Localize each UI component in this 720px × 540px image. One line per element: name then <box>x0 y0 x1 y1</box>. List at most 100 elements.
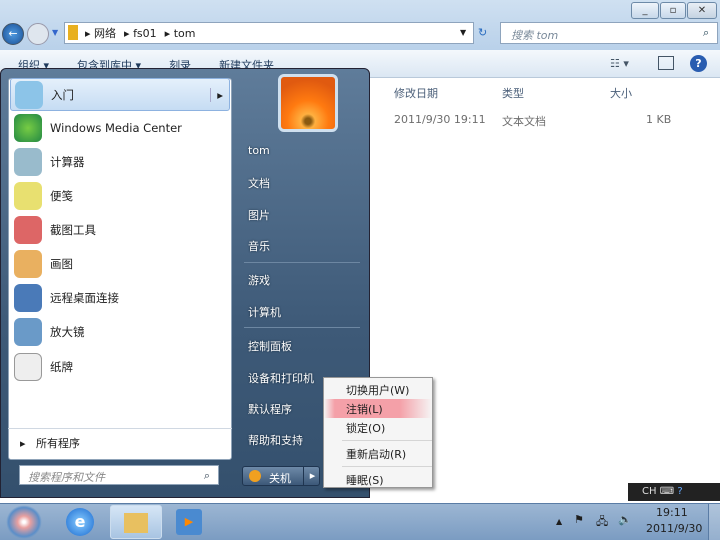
help-icon[interactable]: ? <box>690 55 707 72</box>
user-picture[interactable] <box>278 74 338 132</box>
maximize-button[interactable]: ▫ <box>660 2 686 19</box>
file-size: 1 KB <box>646 113 672 126</box>
taskbar <box>0 503 720 540</box>
column-header-date[interactable]: 修改日期 <box>394 85 438 101</box>
magnifier-icon <box>14 317 42 346</box>
segment-label: tom <box>173 26 196 40</box>
power-menu: 切换用户(W) 注销(L) 锁定(O) 重新启动(R) 睡眠(S) <box>323 377 433 488</box>
back-button[interactable]: ← <box>2 23 24 45</box>
breadcrumb-segment[interactable]: ▸ 网络 <box>85 25 116 41</box>
program-label: 画图 <box>50 256 73 271</box>
refresh-icon[interactable]: ↻ <box>478 26 487 39</box>
program-label: 纸牌 <box>50 359 73 374</box>
menu-separator <box>342 466 432 467</box>
show-desktop-button[interactable] <box>708 504 720 540</box>
preview-pane-icon[interactable] <box>658 56 674 70</box>
recent-pages-dropdown[interactable]: ▼ <box>52 28 58 37</box>
program-calculator[interactable]: 计算器 <box>10 145 226 178</box>
start-item-documents[interactable]: 文档 <box>248 175 270 191</box>
language-bar[interactable]: CH ⌨ ? <box>628 483 720 501</box>
menu-item-restart[interactable]: 重新启动(R) <box>324 444 432 463</box>
menu-item-log-off[interactable]: 注销(L) <box>324 399 432 418</box>
breadcrumb-segment[interactable]: ▸ fs01 <box>124 27 157 40</box>
shutdown-label: 关机 <box>269 472 291 485</box>
address-bar[interactable]: ▸ 网络 ▸ fs01 ▸ tom <box>64 22 474 44</box>
media-center-icon <box>14 113 42 142</box>
column-header-size[interactable]: 大小 <box>610 85 632 101</box>
breadcrumb-segment[interactable]: ▸ tom <box>165 27 196 40</box>
internet-explorer-icon[interactable]: e <box>66 508 94 536</box>
search-placeholder: 搜索 tom <box>511 29 559 42</box>
cards-icon <box>14 352 42 381</box>
start-item-user[interactable]: tom <box>248 144 270 157</box>
start-item-control-panel[interactable]: 控制面板 <box>248 338 292 354</box>
program-getting-started[interactable]: 入门 ▸ <box>10 78 230 111</box>
action-center-flag-icon[interactable]: ⚑ <box>574 513 584 526</box>
sticky-notes-icon <box>14 181 42 210</box>
start-item-music[interactable]: 音乐 <box>248 238 270 254</box>
program-label: 计算器 <box>50 154 85 169</box>
help-icon[interactable]: ? <box>677 486 682 497</box>
start-button[interactable] <box>6 505 42 539</box>
separator <box>244 262 360 263</box>
program-label: 入门 <box>51 87 74 102</box>
ime-label: CH <box>642 486 657 497</box>
start-item-computer[interactable]: 计算机 <box>248 304 281 320</box>
program-solitaire[interactable]: 纸牌 <box>10 350 226 383</box>
start-item-default-programs[interactable]: 默认程序 <box>248 401 292 417</box>
menu-item-lock[interactable]: 锁定(O) <box>324 418 432 437</box>
search-icon[interactable]: ⌕ <box>703 26 709 40</box>
keyboard-icon[interactable]: ⌨ <box>660 486 674 497</box>
menu-item-sleep[interactable]: 睡眠(S) <box>324 470 432 489</box>
all-programs-button[interactable]: ▸ 所有程序 <box>8 428 232 452</box>
segment-label: 网络 <box>94 27 117 40</box>
address-dropdown-icon[interactable]: ▼ <box>460 28 466 37</box>
separator <box>244 327 360 328</box>
search-input[interactable]: 搜索 tom <box>500 22 718 44</box>
start-item-pictures[interactable]: 图片 <box>248 207 270 223</box>
program-remote-desktop[interactable]: 远程桌面连接 <box>10 281 226 314</box>
program-sticky-notes[interactable]: 便笺 <box>10 179 226 212</box>
start-search-input[interactable]: 搜索程序和文件 ⌕ <box>19 465 219 485</box>
minimize-button[interactable]: _ <box>631 2 659 19</box>
program-label: 远程桌面连接 <box>50 290 119 305</box>
paint-palette-icon <box>14 249 42 278</box>
program-windows-media-center[interactable]: Windows Media Center <box>10 111 226 144</box>
view-options-icon[interactable]: ☷ ▾ <box>610 57 629 70</box>
menu-item-switch-user[interactable]: 切换用户(W) <box>324 380 432 399</box>
media-player-icon[interactable]: ▶ <box>176 509 202 535</box>
clock-date[interactable]: 2011/9/30 <box>646 522 702 535</box>
start-item-devices-printers[interactable]: 设备和打印机 <box>248 370 314 386</box>
all-programs-label: 所有程序 <box>36 437 81 450</box>
program-magnifier[interactable]: 放大镜 <box>10 315 226 348</box>
network-folder-icon <box>68 25 78 40</box>
calculator-icon <box>14 147 42 176</box>
file-date: 2011/9/30 19:11 <box>394 113 486 126</box>
start-search-placeholder: 搜索程序和文件 <box>28 471 105 484</box>
shield-icon <box>249 470 261 482</box>
program-label: 截图工具 <box>50 222 96 237</box>
clock-time[interactable]: 19:11 <box>656 506 688 519</box>
scissors-icon <box>14 215 42 244</box>
segment-label: fs01 <box>133 26 157 40</box>
explorer-taskbar-button[interactable] <box>110 505 162 539</box>
close-button[interactable]: ✕ <box>687 2 717 19</box>
show-hidden-icons[interactable]: ▲ <box>556 517 562 526</box>
program-paint[interactable]: 画图 <box>10 247 226 280</box>
network-icon[interactable]: 🖧 <box>596 513 608 532</box>
program-label: 便笺 <box>50 188 73 203</box>
search-icon: ⌕ <box>203 469 210 482</box>
volume-icon[interactable]: 🔈 <box>618 513 632 526</box>
program-label: 放大镜 <box>50 324 85 339</box>
menu-separator <box>342 440 432 441</box>
remote-desktop-icon <box>14 283 42 312</box>
getting-started-icon <box>15 80 43 109</box>
shutdown-options-arrow[interactable]: ▸ <box>303 467 321 485</box>
program-snipping-tool[interactable]: 截图工具 <box>10 213 226 246</box>
column-header-type[interactable]: 类型 <box>502 85 524 101</box>
start-item-games[interactable]: 游戏 <box>248 272 270 288</box>
start-item-help-support[interactable]: 帮助和支持 <box>248 432 303 448</box>
forward-button[interactable] <box>27 23 49 45</box>
program-label: Windows Media Center <box>50 120 182 135</box>
file-type: 文本文档 <box>502 115 546 128</box>
